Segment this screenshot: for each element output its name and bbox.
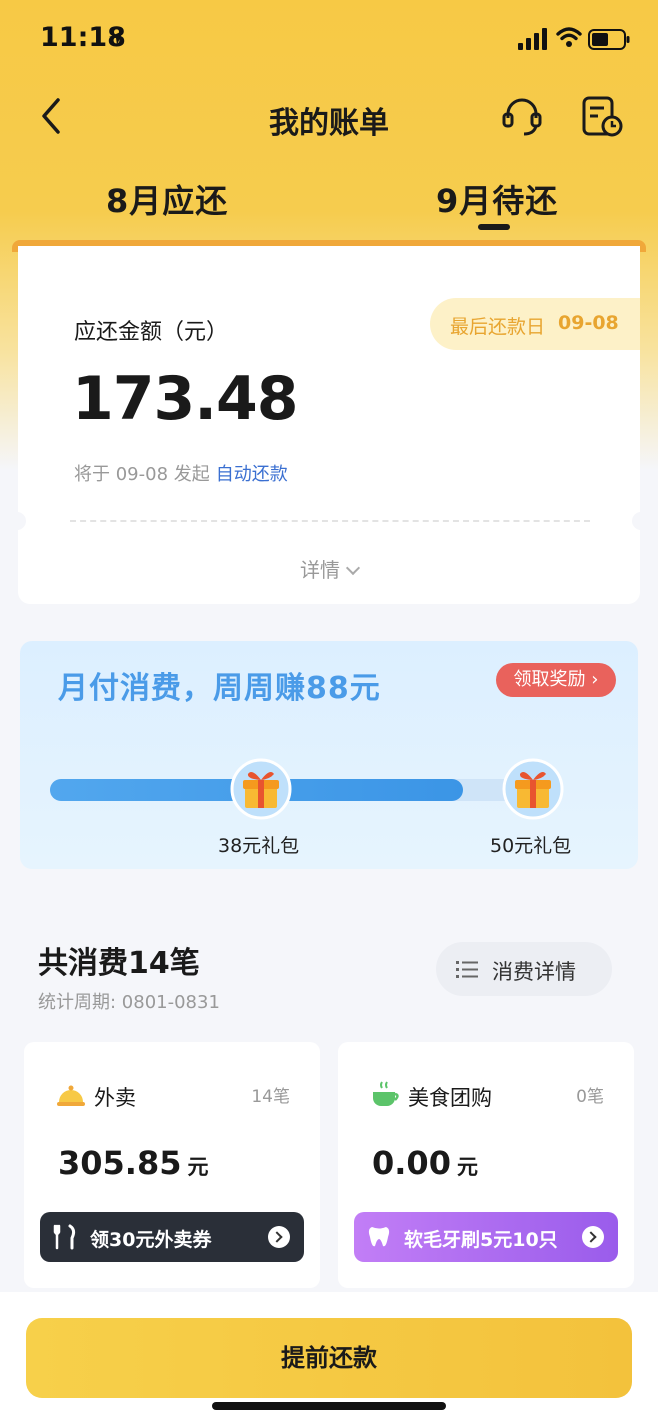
divider xyxy=(70,520,590,522)
arrow-right-icon xyxy=(268,1226,290,1248)
spending-details-label: 消费详情 xyxy=(492,960,576,984)
location-arrow-icon xyxy=(109,31,123,45)
category-amount: 305.85 元 xyxy=(58,1144,208,1182)
delivery-coupon-button[interactable]: 领30元外卖券 xyxy=(40,1212,304,1262)
category-amount-unit: 元 xyxy=(456,1155,478,1179)
customer-service-headset-icon[interactable] xyxy=(500,94,544,138)
category-amount-unit: 元 xyxy=(187,1155,209,1179)
details-label: 详情 xyxy=(300,558,340,582)
active-tab-indicator xyxy=(478,224,510,230)
delivery-coupon-label: 领30元外卖券 xyxy=(90,1229,212,1251)
amount-due: 173.48 xyxy=(72,364,299,434)
ticket-notch-left xyxy=(18,512,26,530)
tab-august-due[interactable]: 8月应还 xyxy=(106,176,228,222)
list-icon xyxy=(456,961,478,978)
category-card-delivery[interactable]: 外卖 14笔 305.85 元 领30元外卖券 xyxy=(24,1042,320,1288)
tooth-icon xyxy=(368,1227,390,1247)
gift-label-38: 38元礼包 xyxy=(218,835,300,857)
fork-knife-icon xyxy=(53,1224,76,1250)
top-nav: 我的账单 xyxy=(0,88,658,148)
early-repayment-button[interactable]: 提前还款 xyxy=(26,1318,632,1398)
promo-banner: 月付消费，周周赚88元 领取奖励 › 38元礼包 50元礼包 xyxy=(20,641,638,869)
amount-label: 应还金额（元） xyxy=(74,320,229,345)
wifi-icon xyxy=(556,27,582,47)
details-toggle[interactable]: 详情 xyxy=(18,554,640,583)
tab-september-pending[interactable]: 9月待还 xyxy=(436,176,558,222)
gift-box-icon[interactable] xyxy=(502,758,564,820)
page-title: 我的账单 xyxy=(269,106,389,141)
category-name: 美食团购 xyxy=(408,1086,492,1110)
category-amount: 0.00 元 xyxy=(372,1144,478,1182)
progress-track xyxy=(50,779,560,801)
chevron-down-icon xyxy=(345,560,361,576)
spending-count-title: 共消费14笔 xyxy=(38,946,200,981)
gift-label-50: 50元礼包 xyxy=(490,835,572,857)
category-amount-value: 0.00 xyxy=(372,1144,451,1182)
toothbrush-offer-button[interactable]: 软毛牙刷5元10只 xyxy=(354,1212,618,1262)
bill-history-icon[interactable] xyxy=(580,94,624,138)
cellular-signal-icon xyxy=(518,28,547,50)
auto-repay-link[interactable]: 自动还款 xyxy=(216,464,288,485)
coffee-cup-icon xyxy=(373,1081,399,1106)
status-bar: 11:18 xyxy=(0,0,658,80)
month-tabs: 8月应还 9月待还 xyxy=(0,170,658,240)
ticket-notch-right xyxy=(632,512,640,530)
battery-icon xyxy=(588,29,630,50)
bill-card: 应还金额（元） 最后还款日 09-08 173.48 将于 09-08 发起 自动… xyxy=(18,246,640,604)
category-count: 0笔 xyxy=(576,1087,604,1107)
due-date-label: 最后还款日 xyxy=(450,316,546,338)
auto-repay-text: 将于 09-08 发起 xyxy=(74,464,210,485)
gift-box-icon[interactable] xyxy=(230,758,292,820)
promo-title: 月付消费，周周赚88元 xyxy=(58,671,381,706)
arrow-right-icon xyxy=(582,1226,604,1248)
home-indicator xyxy=(212,1402,446,1410)
category-card-group-buy[interactable]: 美食团购 0笔 0.00 元 软毛牙刷5元10只 xyxy=(338,1042,634,1288)
claim-reward-button[interactable]: 领取奖励 › xyxy=(496,663,616,697)
category-name: 外卖 xyxy=(94,1086,136,1110)
category-count: 14笔 xyxy=(251,1087,290,1107)
due-date-value: 09-08 xyxy=(558,312,619,334)
food-cloche-icon xyxy=(57,1085,85,1106)
spending-details-button[interactable]: 消费详情 xyxy=(436,942,612,996)
auto-repay-note: 将于 09-08 发起 自动还款 xyxy=(74,460,288,486)
statement-period: 统计周期: 0801-0831 xyxy=(38,992,220,1013)
category-amount-value: 305.85 xyxy=(58,1144,182,1182)
due-date-pill: 最后还款日 09-08 xyxy=(430,298,640,350)
toothbrush-offer-label: 软毛牙刷5元10只 xyxy=(404,1229,558,1251)
